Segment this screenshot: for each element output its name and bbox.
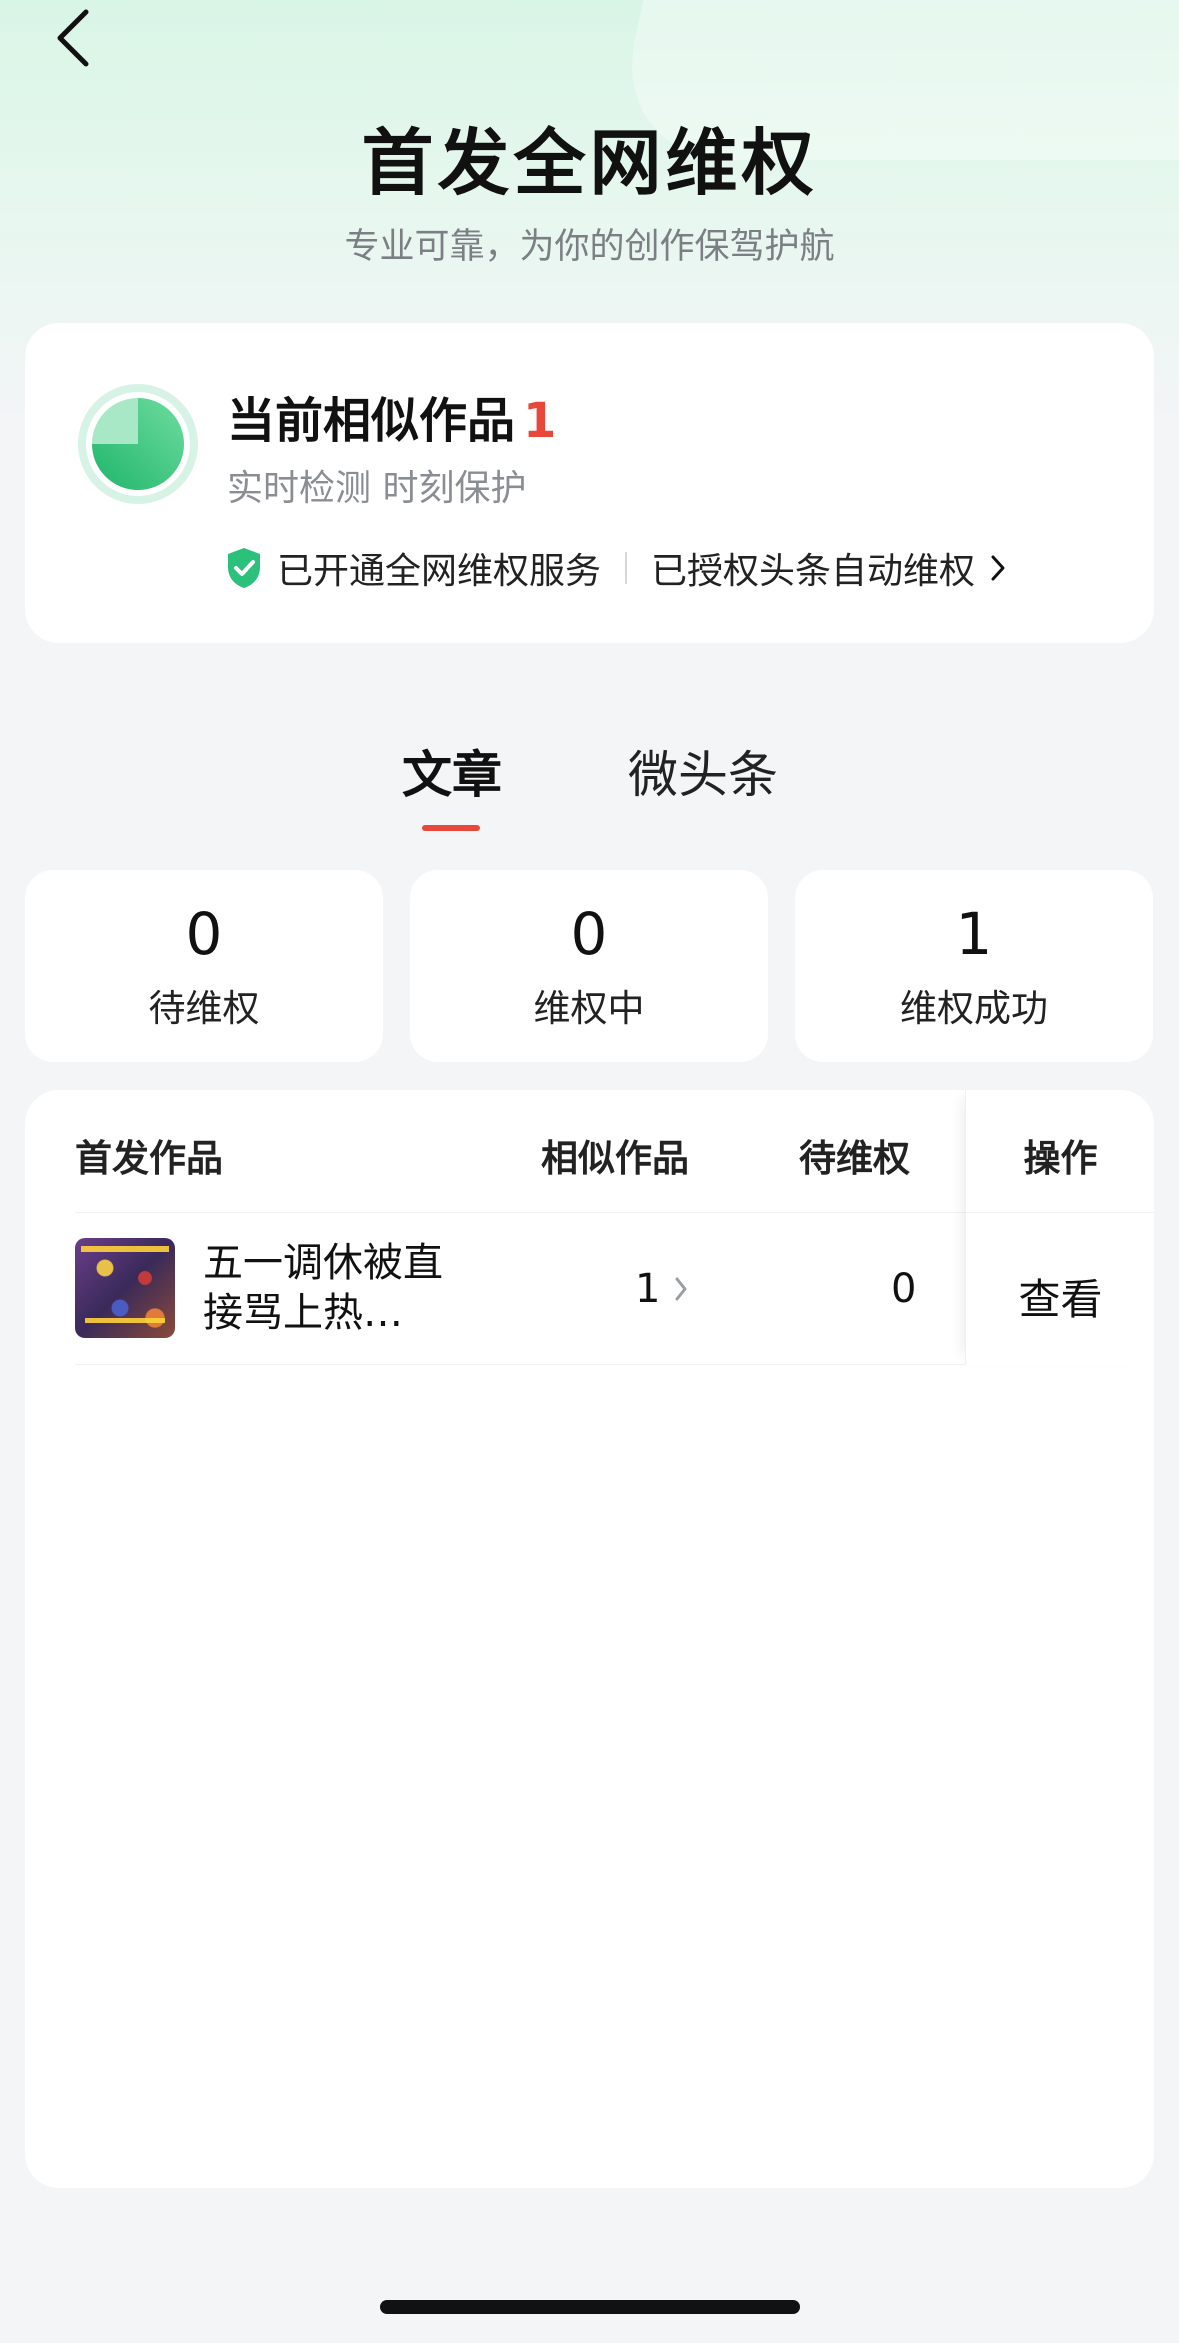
similar-count-cell[interactable]: 1	[635, 1266, 688, 1312]
stat-pending-label: 待维权	[148, 987, 260, 1030]
tab-articles[interactable]: 文章	[402, 735, 502, 807]
stat-in-progress[interactable]: 0 维权中	[410, 870, 768, 1062]
stat-success-label: 维权成功	[900, 987, 1048, 1030]
thumbnail-decoration	[85, 1318, 165, 1323]
tab-indicator	[422, 825, 480, 831]
stat-in-progress-value: 0	[570, 900, 608, 968]
chevron-right-icon	[991, 555, 1005, 581]
similar-works-count: 1	[523, 393, 557, 449]
divider	[625, 552, 628, 584]
stat-success[interactable]: 1 维权成功	[795, 870, 1153, 1062]
chevron-right-icon	[675, 1277, 687, 1301]
page: 首发全网维权 专业可靠，为你的创作保驾护航 当前相似作品1 实时检测 时刻保护	[0, 0, 1179, 2343]
work-title[interactable]: 五一调休被直 接骂上热…	[203, 1238, 463, 1338]
service-status-row[interactable]: 已开通全网维权服务 已授权头条自动维权	[225, 543, 1007, 593]
back-button[interactable]	[52, 8, 100, 68]
column-header-action: 操作	[1023, 1137, 1098, 1180]
similar-count-value: 1	[635, 1266, 661, 1312]
work-title-line: 接骂上热…	[203, 1290, 403, 1336]
shield-check-icon	[228, 548, 260, 588]
header-divider	[75, 1212, 965, 1213]
column-header-similar-works: 相似作品	[541, 1137, 689, 1180]
row-divider	[75, 1364, 965, 1365]
stat-pending[interactable]: 0 待维权	[25, 870, 383, 1062]
tab-micro-posts[interactable]: 微头条	[628, 735, 778, 807]
similar-works-text: 当前相似作品	[227, 393, 516, 449]
authorized-text: 已授权头条自动维权	[651, 551, 976, 592]
work-thumbnail[interactable]	[75, 1238, 175, 1338]
stat-success-value: 1	[955, 900, 993, 968]
view-button[interactable]: 查看	[966, 1266, 1154, 1327]
content-tabs: 文章 微头条	[0, 735, 1179, 835]
home-indicator[interactable]	[380, 2300, 800, 2314]
protection-summary-card: 当前相似作品 1 实时检测 时刻保护 已开通全网维权服务 已授权头条自动维权	[25, 323, 1154, 643]
realtime-protection-text: 实时检测 时刻保护	[227, 468, 527, 509]
column-header-pending: 待维权	[799, 1137, 910, 1180]
page-title: 首发全网维权	[361, 121, 818, 205]
pending-count-cell: 0	[891, 1266, 917, 1312]
action-column: 操作 查看	[965, 1090, 1154, 1364]
column-header-original-work: 首发作品	[75, 1137, 223, 1180]
service-enabled-text: 已开通全网维权服务	[277, 551, 602, 592]
similar-works-label: 当前相似作品 1	[227, 381, 556, 451]
works-table: 首发作品 相似作品 待维权 五一调休被直 接骂上热… 1 0 操作 查看	[25, 1090, 1154, 2188]
header-divider	[966, 1212, 1154, 1213]
chevron-left-icon	[57, 9, 89, 67]
page-subtitle: 专业可靠，为你的创作保驾护航	[344, 227, 835, 267]
progress-ring-icon	[78, 384, 198, 504]
stat-pending-value: 0	[185, 900, 223, 968]
stat-in-progress-label: 维权中	[533, 987, 645, 1030]
thumbnail-decoration	[81, 1246, 169, 1252]
work-title-line: 五一调休被直	[203, 1240, 443, 1286]
